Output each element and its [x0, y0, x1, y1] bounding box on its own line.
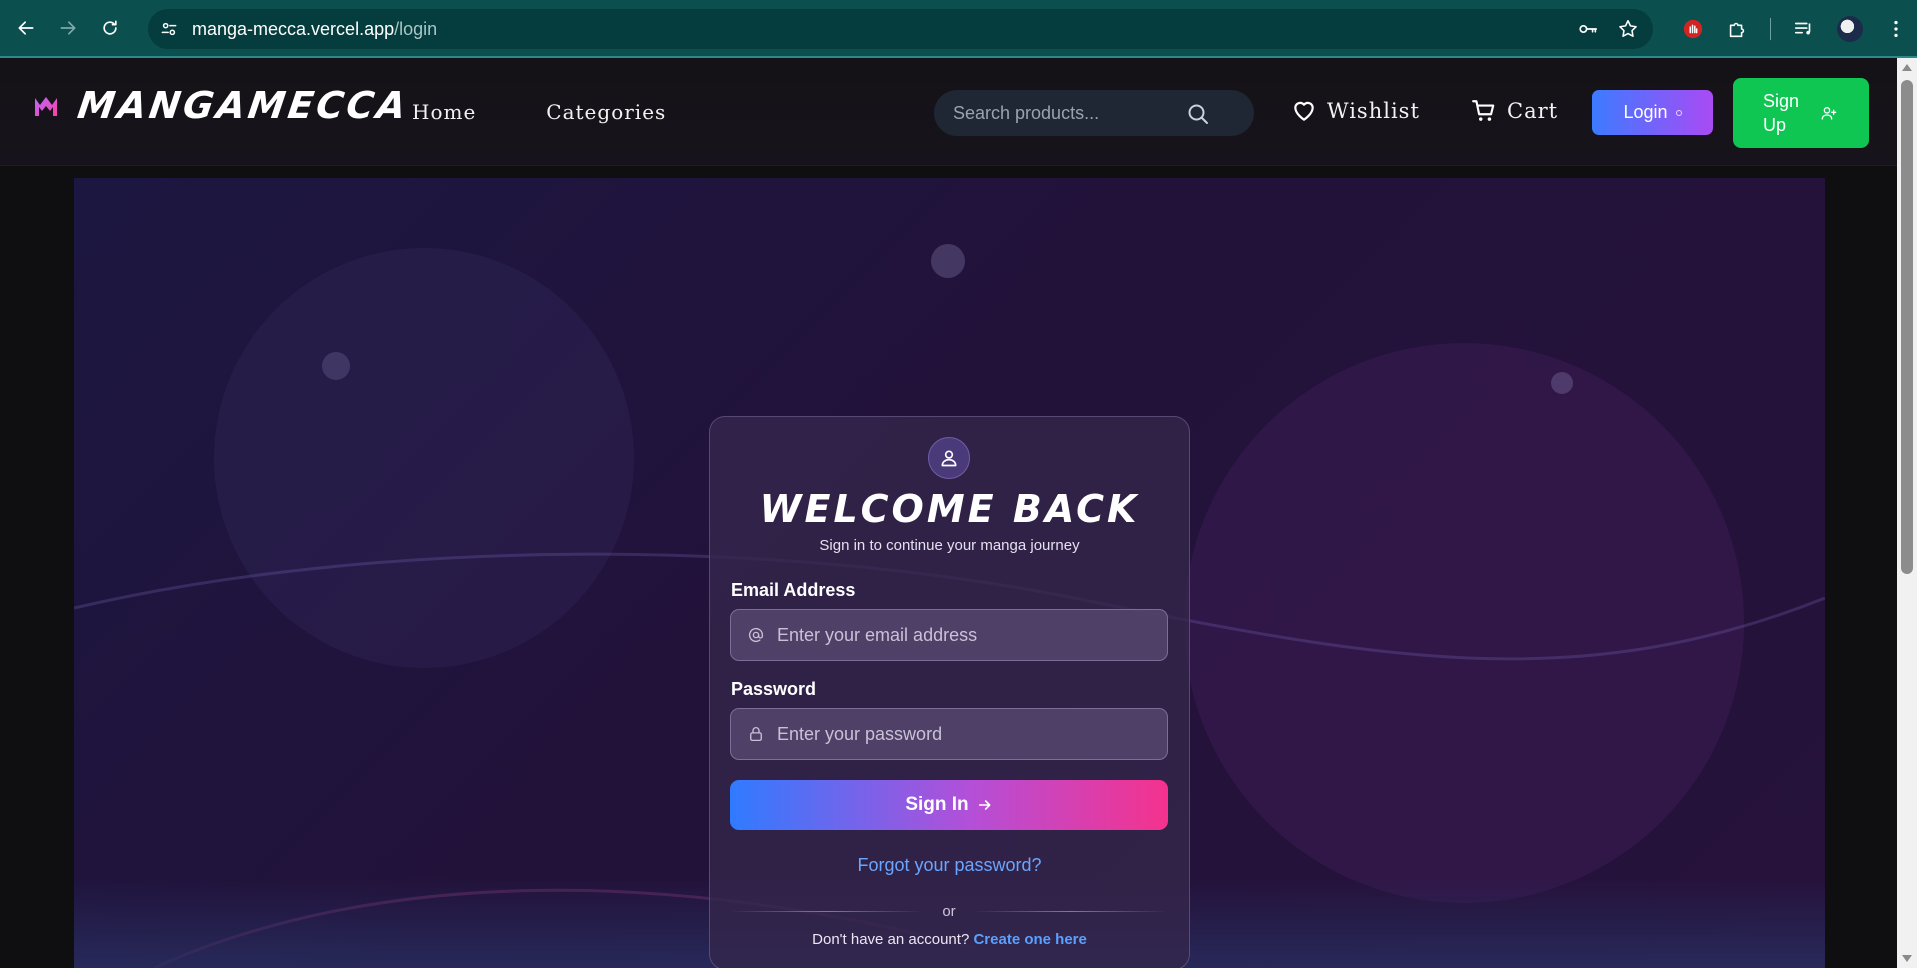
email-input[interactable]: [777, 624, 1157, 646]
login-label: Login: [1623, 102, 1668, 122]
site-info-button[interactable]: [152, 12, 186, 46]
url-text: manga-mecca.vercel.app/login: [192, 19, 437, 40]
login-dot-icon: [1675, 109, 1682, 116]
logo-mark-icon: [35, 96, 57, 116]
arrow-right-icon: [60, 21, 76, 35]
back-button[interactable]: [10, 12, 42, 44]
forgot-password-link[interactable]: Forgot your password?: [710, 855, 1189, 876]
create-account-link[interactable]: Create one here: [973, 931, 1086, 948]
email-label: Email Address: [731, 580, 856, 600]
login-subtitle: Sign in to continue your manga journey: [819, 537, 1080, 554]
divider-line: [730, 910, 925, 912]
search-bar: [934, 90, 1254, 136]
search-input[interactable]: [953, 102, 1183, 124]
star-icon[interactable]: [1617, 18, 1639, 40]
page-viewport: MANGAMECCA Home Categories Wishlist Cart…: [0, 58, 1897, 968]
user-badge: [928, 437, 970, 479]
profile-avatar[interactable]: [1837, 16, 1863, 42]
user-plus-icon: [1821, 107, 1837, 120]
email-field: [730, 609, 1168, 661]
arrow-right-icon: [978, 800, 991, 810]
browser-toolbar: manga-mecca.vercel.app/login: [0, 0, 1917, 58]
no-account-text: Don't have an account?: [812, 931, 970, 948]
scroll-thumb[interactable]: [1901, 80, 1913, 574]
signin-label: Sign In: [905, 794, 969, 815]
logo[interactable]: MANGAMECCA: [34, 84, 411, 127]
cart-link[interactable]: Cart: [1471, 98, 1558, 124]
signup-button[interactable]: Sign Up: [1733, 78, 1869, 148]
main-nav: Home Categories: [412, 100, 666, 124]
signup-prompt: Don't have an account? Create one here: [710, 931, 1189, 948]
reload-button[interactable]: [94, 12, 126, 44]
scroll-up-arrow[interactable]: [1902, 64, 1912, 71]
wishlist-link[interactable]: Wishlist: [1291, 98, 1420, 124]
puzzle-extensions-icon[interactable]: [1726, 18, 1748, 40]
kebab-menu-icon[interactable]: [1885, 18, 1907, 40]
url-path: /login: [394, 18, 438, 39]
nav-home[interactable]: Home: [412, 100, 476, 124]
address-bar[interactable]: manga-mecca.vercel.app/login: [148, 9, 1653, 49]
stop-hand-extension-icon[interactable]: [1682, 18, 1704, 40]
scroll-down-arrow[interactable]: [1902, 955, 1912, 962]
cart-label: Cart: [1507, 99, 1559, 123]
password-input[interactable]: [777, 723, 1157, 745]
forward-button[interactable]: [52, 12, 84, 44]
arrow-left-icon: [18, 21, 34, 35]
search-icon[interactable]: [1186, 102, 1210, 126]
cart-icon: [1472, 100, 1495, 121]
divider-line: [973, 910, 1168, 912]
media-queue-icon[interactable]: [1793, 18, 1815, 40]
at-sign-icon: [748, 627, 764, 643]
reload-icon: [103, 20, 117, 35]
nav-categories[interactable]: Categories: [546, 100, 666, 124]
key-icon[interactable]: [1577, 18, 1599, 40]
toolbar-divider: [1770, 18, 1771, 40]
page-scrollbar[interactable]: [1897, 58, 1917, 968]
password-field: [730, 708, 1168, 760]
url-host: manga-mecca.vercel.app: [192, 18, 395, 39]
user-icon: [941, 450, 957, 467]
heart-icon: [1294, 101, 1314, 121]
or-divider: or: [730, 901, 1168, 921]
logo-text: MANGAMECCA: [74, 84, 412, 127]
login-card: WELCOME BACK Sign in to continue your ma…: [709, 416, 1190, 968]
signup-label: Sign Up: [1763, 91, 1800, 135]
login-title: WELCOME BACK: [759, 487, 1140, 531]
or-label: or: [942, 902, 956, 920]
signin-button[interactable]: Sign In: [730, 780, 1168, 830]
password-label: Password: [731, 679, 817, 699]
site-header: MANGAMECCA Home Categories Wishlist Cart…: [0, 58, 1897, 166]
tune-icon: [161, 22, 177, 36]
wishlist-label: Wishlist: [1327, 99, 1420, 123]
lock-icon: [750, 727, 762, 742]
login-button[interactable]: Login: [1592, 90, 1713, 135]
